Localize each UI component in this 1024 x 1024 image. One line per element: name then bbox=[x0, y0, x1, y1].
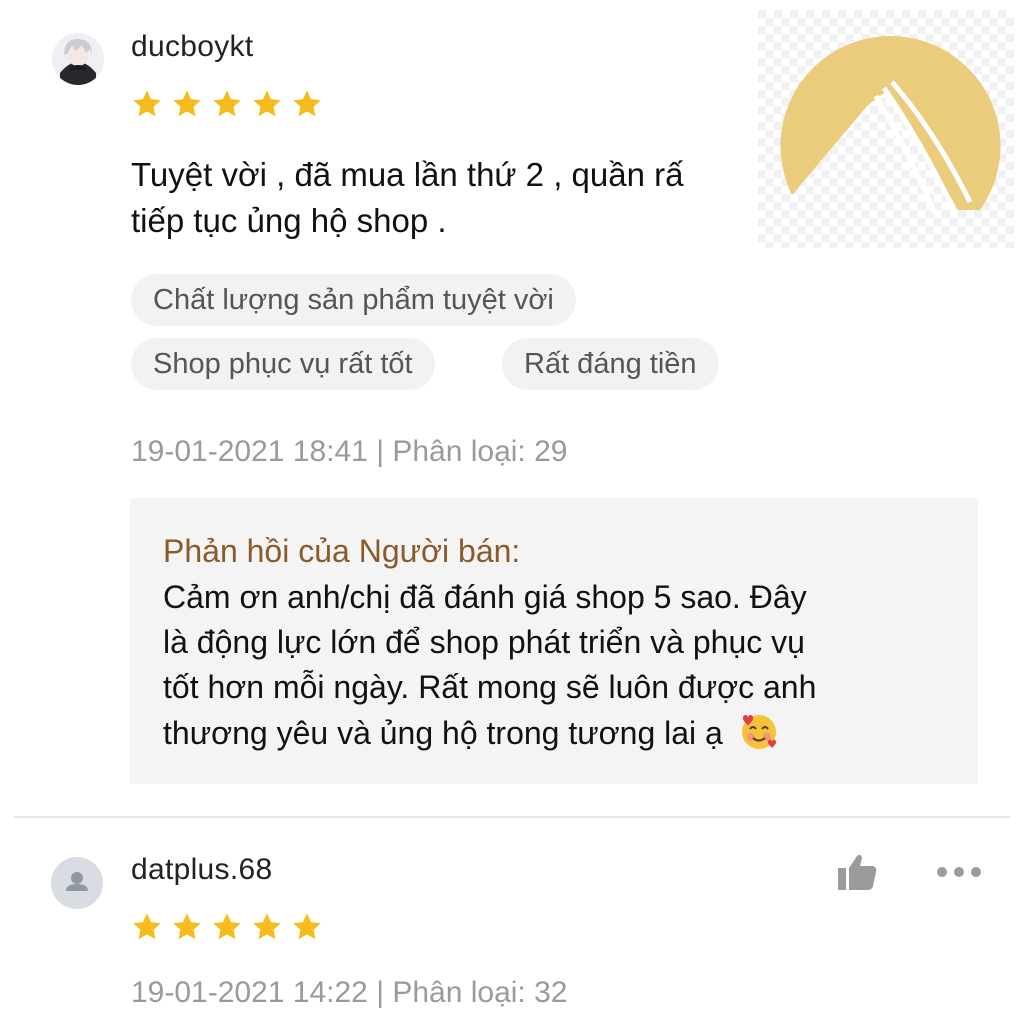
star-icon bbox=[133, 913, 161, 940]
star-icon bbox=[253, 913, 281, 940]
star-rating bbox=[131, 911, 323, 943]
review-divider bbox=[14, 816, 1010, 818]
review-tag: Rất đáng tiền bbox=[502, 338, 719, 390]
seller-reply-line: Cảm ơn anh/chị đã đánh giá shop 5 sao. Đ… bbox=[163, 579, 807, 615]
star-icon bbox=[213, 90, 241, 117]
star-icon bbox=[213, 913, 241, 940]
review-text-line: tiếp tục ủng hộ shop . bbox=[131, 202, 447, 239]
seller-reply-line: là động lực lớn để shop phát triển và ph… bbox=[163, 624, 805, 660]
like-button[interactable] bbox=[836, 852, 878, 892]
seller-reply-line: tốt hơn mỗi ngày. Rất mong sẽ luôn được … bbox=[163, 669, 817, 705]
star-icon bbox=[133, 90, 161, 117]
reviewer-avatar[interactable] bbox=[51, 857, 103, 909]
review-tag: Shop phục vụ rất tốt bbox=[131, 338, 435, 390]
shop-logo-watermark bbox=[758, 10, 1014, 248]
star-icon bbox=[253, 90, 281, 117]
thumbs-up-icon bbox=[838, 854, 877, 890]
star-icon bbox=[293, 90, 321, 117]
more-dot-icon bbox=[971, 867, 981, 877]
star-rating bbox=[131, 88, 323, 120]
seller-reply-title: Phản hồi của Người bán: bbox=[163, 533, 521, 569]
smiling-face-with-hearts-icon bbox=[738, 710, 780, 764]
default-user-icon bbox=[66, 872, 88, 891]
review-text-line: Tuyệt vời , đã mua lần thứ 2 , quần rấ bbox=[131, 156, 684, 193]
reviewer-username[interactable]: ducboykt bbox=[131, 30, 253, 64]
review-tag: Chất lượng sản phẩm tuyệt vời bbox=[131, 274, 576, 326]
seller-reply-text: thương yêu và ủng hộ trong tương lai ạ bbox=[163, 715, 723, 751]
more-options-button[interactable] bbox=[937, 867, 981, 877]
star-icon bbox=[293, 913, 321, 940]
seller-reply-box: Phản hồi của Người bán: Cảm ơn anh/chị đ… bbox=[130, 498, 978, 784]
star-icon bbox=[173, 913, 201, 940]
seller-reply-line: thương yêu và ủng hộ trong tương lai ạ bbox=[163, 710, 953, 764]
reviewer-avatar[interactable] bbox=[52, 33, 104, 85]
star-icon bbox=[173, 90, 201, 117]
more-dot-icon bbox=[937, 867, 947, 877]
more-dot-icon bbox=[954, 867, 964, 877]
review-meta: 19-01-2021 18:41 | Phân loại: 29 bbox=[131, 435, 568, 468]
reviewer-username[interactable]: datplus.68 bbox=[131, 853, 272, 887]
review-meta: 19-01-2021 14:22 | Phân loại: 32 bbox=[131, 976, 568, 1009]
